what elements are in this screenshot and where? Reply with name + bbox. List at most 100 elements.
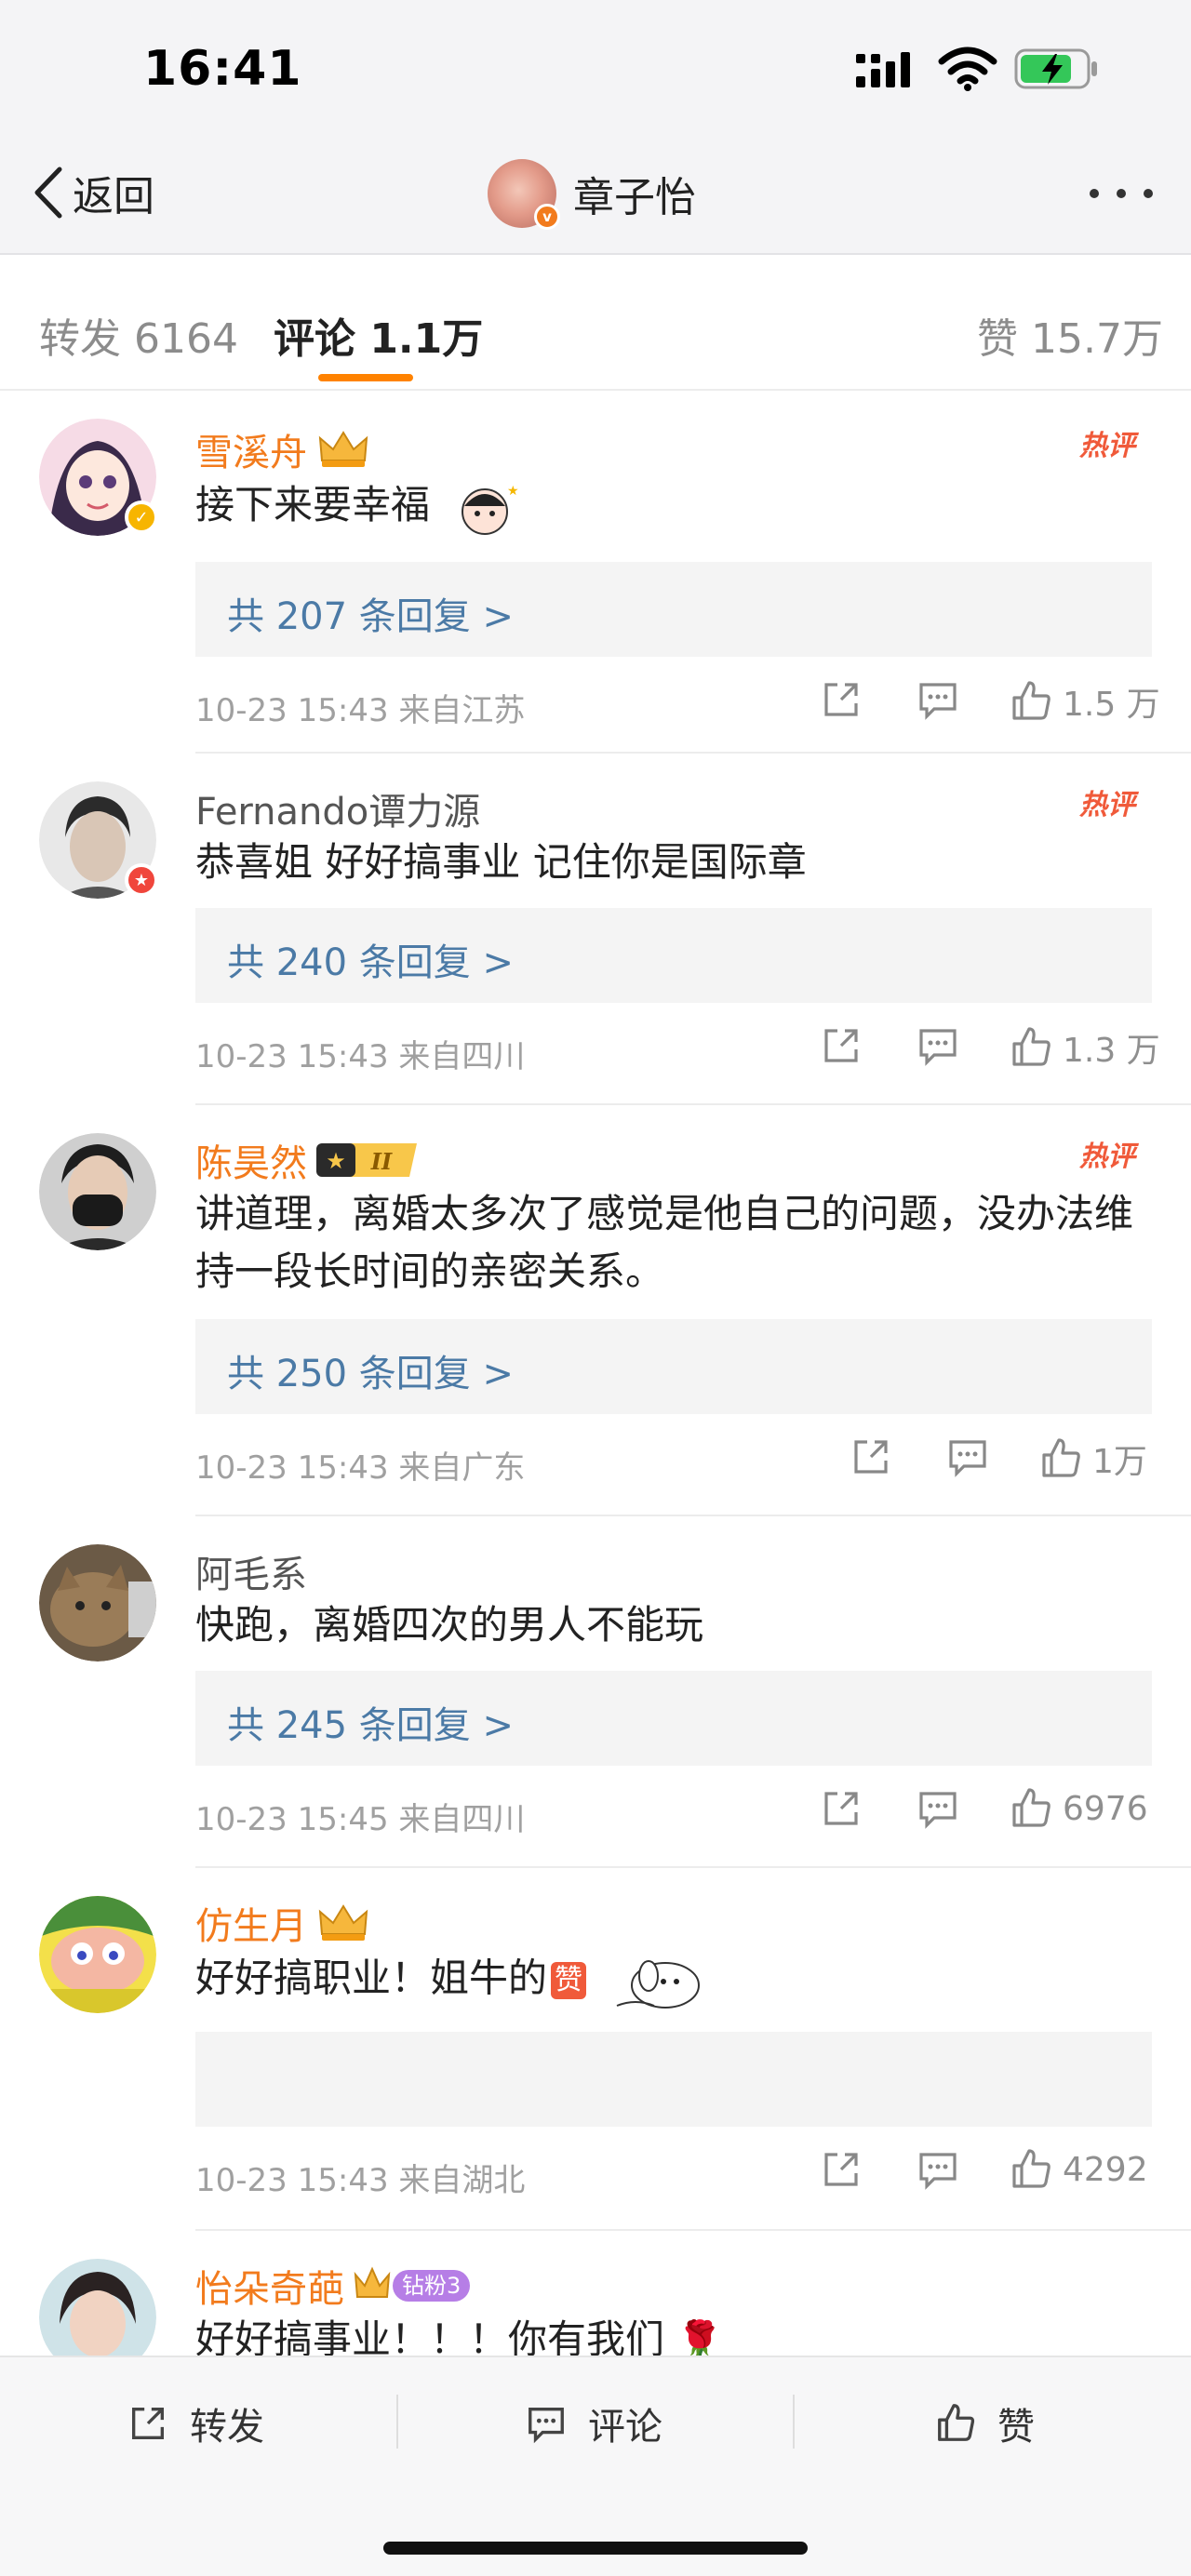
comment-text: 快跑，离婚四次的男人不能玩 bbox=[195, 1602, 704, 1648]
zan-emoji: 赞 bbox=[551, 1962, 587, 1999]
nav-profile[interactable]: v 章子怡 bbox=[488, 156, 696, 231]
page-title: 章子怡 bbox=[573, 174, 696, 221]
tab-bar: 转发 6164 评论 1.1万 赞 15.7万 bbox=[0, 270, 1191, 391]
tab-comment[interactable]: 评论 1.1万 bbox=[274, 305, 483, 365]
sticker-icon bbox=[617, 1960, 701, 2009]
divider bbox=[793, 2395, 795, 2449]
hot-comment-badge: 热评 bbox=[1079, 789, 1135, 821]
comment-action-button[interactable]: 评论 bbox=[525, 2396, 662, 2450]
more-icon[interactable] bbox=[1087, 175, 1156, 212]
username-text: Fernando谭力源 bbox=[195, 791, 481, 834]
share-button[interactable] bbox=[849, 1435, 893, 1479]
like-button[interactable]: 1.5 万 bbox=[1009, 677, 1160, 726]
verified-icon: ✓ bbox=[125, 501, 158, 534]
like-button[interactable]: 4292 bbox=[1009, 2147, 1148, 2192]
replies-link[interactable] bbox=[195, 2032, 1152, 2127]
comment-meta: 10-23 15:45 来自四川 bbox=[195, 1801, 526, 1838]
hot-comment-badge: 热评 bbox=[1079, 430, 1135, 462]
comment-item: 陈昊然 ★ II 热评 讲道理，离婚太多次了感觉是他自己的问题，没办法维持一段长… bbox=[0, 1105, 1191, 1516]
share-icon bbox=[824, 1792, 858, 1825]
crown-icon bbox=[318, 431, 368, 467]
signal-icon bbox=[856, 52, 910, 87]
tab-repost[interactable]: 转发 6164 bbox=[39, 305, 238, 365]
like-button[interactable]: 6976 bbox=[1009, 1786, 1148, 1831]
repost-label: 转发 bbox=[190, 2406, 264, 2449]
share-icon bbox=[824, 1029, 858, 1062]
share-button[interactable] bbox=[819, 1023, 863, 1068]
comment-icon bbox=[949, 1440, 986, 1477]
replies-link[interactable]: 共 245 条回复 > bbox=[195, 1671, 1152, 1766]
share-icon bbox=[824, 683, 858, 716]
username-text: 阿毛系 bbox=[195, 1554, 307, 1596]
comment-item: ★ Fernando谭力源 热评 恭喜姐 好好搞事业 记住你是国际章 共 240… bbox=[0, 754, 1191, 1105]
comment-button[interactable] bbox=[945, 1435, 990, 1479]
svg-text:★: ★ bbox=[326, 1148, 346, 1174]
comment-icon bbox=[919, 2153, 957, 2190]
comment-item: 仿生月 好好搞职业！姐牛的赞 10-23 15:43 来自湖北 4292 bbox=[0, 1868, 1191, 2231]
share-button[interactable] bbox=[819, 1786, 863, 1831]
hot-comment-badge: 热评 bbox=[1079, 1141, 1135, 1173]
comment-button[interactable] bbox=[916, 1786, 960, 1831]
replies-link[interactable]: 共 240 条回复 > bbox=[195, 908, 1152, 1003]
like-button[interactable]: 1万 bbox=[1038, 1435, 1147, 1483]
like-action-button[interactable]: 赞 bbox=[934, 2396, 1035, 2450]
replies-link[interactable]: 共 250 条回复 > bbox=[195, 1319, 1152, 1414]
replies-link[interactable]: 共 207 条回复 > bbox=[195, 562, 1152, 657]
comment-meta: 10-23 15:43 来自广东 bbox=[195, 1449, 526, 1487]
like-icon bbox=[1012, 1788, 1050, 1827]
avatar[interactable] bbox=[39, 1896, 156, 2013]
username[interactable]: Fernando谭力源 bbox=[195, 781, 480, 835]
username-text: 雪溪舟 bbox=[195, 432, 307, 474]
like-icon bbox=[1012, 1027, 1050, 1066]
battery-charging-icon bbox=[1014, 48, 1097, 89]
share-button[interactable] bbox=[819, 2147, 863, 2192]
comment-meta: 10-23 15:43 来自四川 bbox=[195, 1038, 526, 1075]
comment-icon bbox=[529, 2407, 564, 2444]
like-count: 4292 bbox=[1063, 2150, 1148, 2189]
comment-item: ✓ 雪溪舟 热评 接下来要幸福 ★ 共 207 条回复 > 10-23 15:4… bbox=[0, 391, 1191, 754]
comment-label: 评论 bbox=[588, 2406, 662, 2449]
username-text: 陈昊然 bbox=[195, 1142, 307, 1185]
comment-icon bbox=[919, 1029, 957, 1066]
username-text: 怡朵奇葩 bbox=[195, 2268, 344, 2311]
tab-active-indicator bbox=[318, 374, 413, 381]
username[interactable]: 陈昊然 ★ II bbox=[195, 1133, 421, 1187]
sticker-icon: ★ bbox=[462, 484, 518, 535]
username[interactable]: 雪溪舟 bbox=[195, 422, 370, 476]
avatar[interactable] bbox=[39, 1133, 156, 1250]
username[interactable]: 阿毛系 bbox=[195, 1544, 307, 1598]
avatar[interactable] bbox=[39, 1544, 156, 1662]
avatar[interactable]: v bbox=[488, 159, 560, 230]
comment-button[interactable] bbox=[916, 2147, 960, 2192]
username[interactable]: 仿生月 bbox=[195, 1896, 370, 1950]
comment-button[interactable] bbox=[916, 1023, 960, 1068]
comment-list: ✓ 雪溪舟 热评 接下来要幸福 ★ 共 207 条回复 > 10-23 15:4… bbox=[0, 391, 1191, 2417]
avatar[interactable]: ✓ bbox=[39, 419, 158, 536]
svg-text:II: II bbox=[370, 1148, 393, 1175]
share-icon bbox=[131, 2407, 165, 2440]
avatar[interactable]: ★ bbox=[39, 781, 158, 899]
comment-button[interactable] bbox=[916, 677, 960, 722]
back-button[interactable]: 返回 bbox=[30, 162, 154, 223]
comment-item: 阿毛系 快跑，离婚四次的男人不能玩 共 245 条回复 > 10-23 15:4… bbox=[0, 1516, 1191, 1868]
tab-like[interactable]: 赞 15.7万 bbox=[977, 305, 1163, 365]
avatar-image bbox=[39, 1133, 156, 1250]
back-label: 返回 bbox=[73, 173, 154, 220]
like-count: 6976 bbox=[1063, 1789, 1148, 1828]
like-count: 1.3 万 bbox=[1063, 1032, 1160, 1070]
comment-text: 接下来要幸福 ★ bbox=[195, 476, 1163, 538]
avatar-image bbox=[39, 1896, 156, 2013]
wifi-icon bbox=[938, 47, 997, 91]
comment-text: 恭喜姐 好好搞事业 记住你是国际章 bbox=[195, 839, 807, 885]
comment-meta: 10-23 15:43 来自湖北 bbox=[195, 2162, 526, 2199]
username[interactable]: 怡朵奇葩 钻粉3 bbox=[195, 2259, 471, 2313]
repost-button[interactable]: 转发 bbox=[127, 2396, 264, 2450]
like-icon bbox=[938, 2404, 975, 2441]
verified-icon: ★ bbox=[125, 863, 158, 897]
share-button[interactable] bbox=[819, 677, 863, 722]
divider bbox=[396, 2395, 398, 2449]
like-icon bbox=[1012, 681, 1050, 720]
comment-icon bbox=[919, 683, 957, 720]
like-button[interactable]: 1.3 万 bbox=[1009, 1023, 1160, 1072]
share-icon bbox=[854, 1440, 888, 1474]
